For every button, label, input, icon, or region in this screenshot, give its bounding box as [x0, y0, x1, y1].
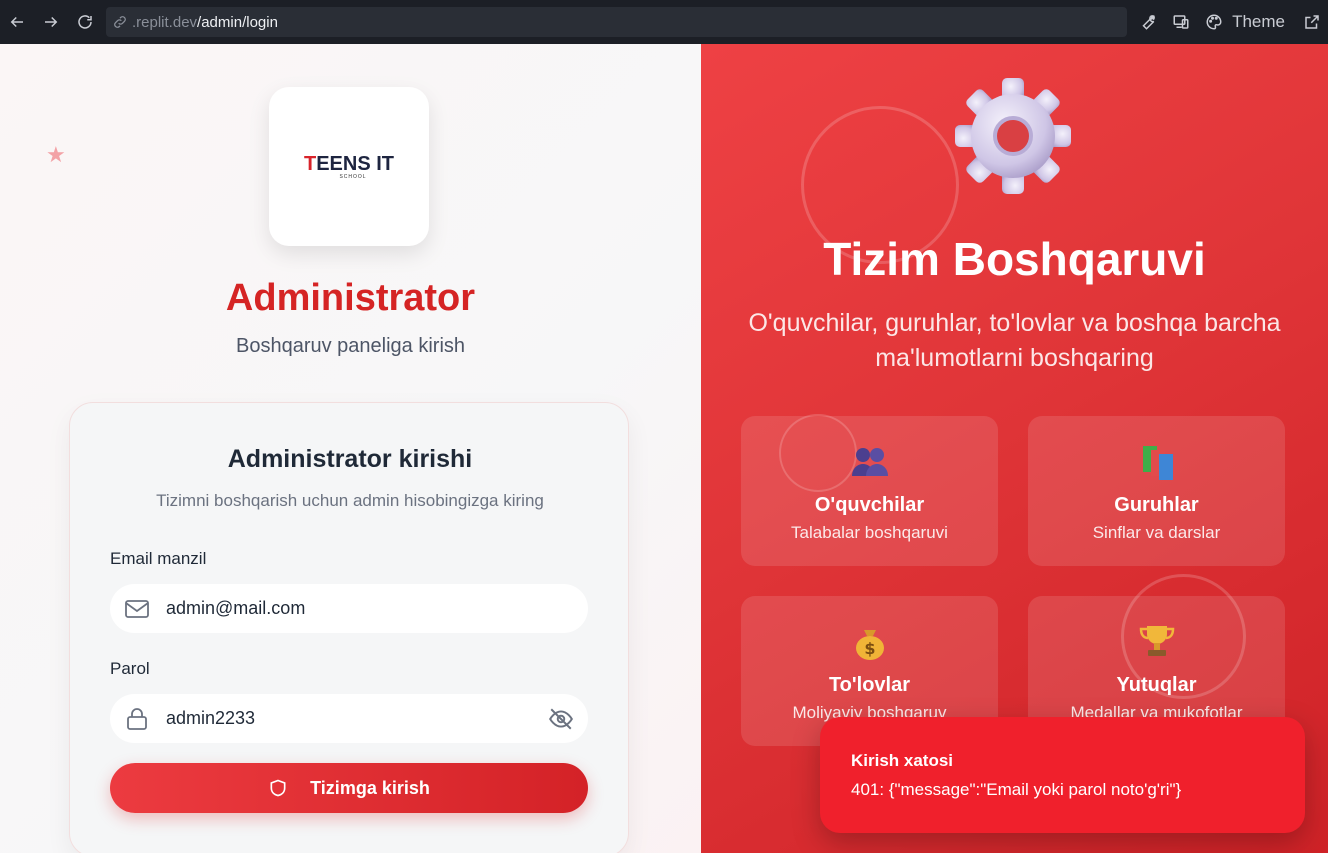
page-title: Administrator [225, 277, 476, 319]
email-value: admin@mail.com [166, 598, 306, 618]
feature-title: Guruhlar [1114, 494, 1199, 516]
url-domain: .replit.dev [132, 13, 198, 31]
login-form: Administrator kirishi Tizimni boshqarish… [69, 402, 629, 853]
gear-icon [953, 76, 1073, 196]
login-panel: ★ TEENS IT SCHOOL Administrator Boshqaru… [0, 44, 701, 853]
palette-icon[interactable] [1197, 0, 1230, 44]
logo-subtext: SCHOOL [339, 174, 367, 180]
feature-title: To'lovlar [828, 674, 911, 696]
star-icon: ★ [46, 142, 66, 167]
shield-icon [270, 779, 286, 797]
mail-icon [125, 599, 149, 618]
feature-card-students: O'quvchilar Talabalar boshqaruvi [741, 416, 998, 566]
login-button-label: Tizimga kirish [310, 777, 430, 798]
password-label: Parol [110, 659, 150, 678]
feature-subtitle: Talabalar boshqaruvi [791, 523, 948, 542]
feature-title: Yutuqlar [1116, 674, 1197, 696]
password-field[interactable]: admin2233 [110, 694, 588, 743]
eye-off-icon[interactable] [548, 706, 574, 732]
form-subtitle: Tizimni boshqarish uchun admin hisobingi… [156, 491, 544, 510]
url-path: /admin/login [197, 13, 278, 31]
theme-button[interactable]: Theme [1232, 12, 1285, 32]
logo: TEENS IT [303, 153, 394, 175]
students-icon [851, 448, 888, 476]
reload-icon[interactable] [68, 0, 102, 44]
back-icon[interactable] [0, 0, 34, 44]
page-subtitle: Boshqaruv paneliga kirish [235, 335, 466, 357]
link-icon [114, 16, 126, 28]
error-toast[interactable]: Kirish xatosi 401: {"message":"Email yok… [820, 717, 1305, 833]
browser-toolbar: .replit.dev/admin/login Theme [0, 0, 1328, 44]
panel-subtitle: O'quvchilar, guruhlar, to'lovlar va bosh… [748, 309, 1281, 372]
toast-message: 401: {"message":"Email yoki parol noto'g… [851, 780, 1182, 799]
password-value: admin2233 [166, 708, 256, 728]
form-title: Administrator kirishi [227, 445, 473, 473]
trophy-icon [1139, 626, 1174, 656]
email-label: Email manzil [110, 549, 207, 568]
logo-card: TEENS IT SCHOOL [269, 87, 429, 246]
email-field[interactable]: admin@mail.com [110, 584, 588, 633]
external-link-icon[interactable] [1295, 0, 1328, 44]
feature-title: O'quvchilar [814, 494, 925, 516]
toast-title: Kirish xatosi [851, 751, 954, 770]
forward-icon[interactable] [34, 0, 68, 44]
wrench-icon[interactable] [1131, 0, 1164, 44]
feature-card-groups: Guruhlar Sinflar va darslar [1028, 416, 1285, 566]
address-bar[interactable]: .replit.dev/admin/login [106, 7, 1127, 37]
devices-icon[interactable] [1164, 0, 1197, 44]
login-button[interactable]: Tizimga kirish [110, 763, 588, 813]
panel-title: Tizim Boshqaruvi [823, 233, 1206, 285]
svg-text:$: $ [864, 639, 875, 658]
lock-icon [127, 707, 147, 730]
books-icon [1142, 446, 1173, 480]
feature-subtitle: Sinflar va darslar [1092, 523, 1221, 542]
money-bag-icon: $ [855, 630, 884, 660]
